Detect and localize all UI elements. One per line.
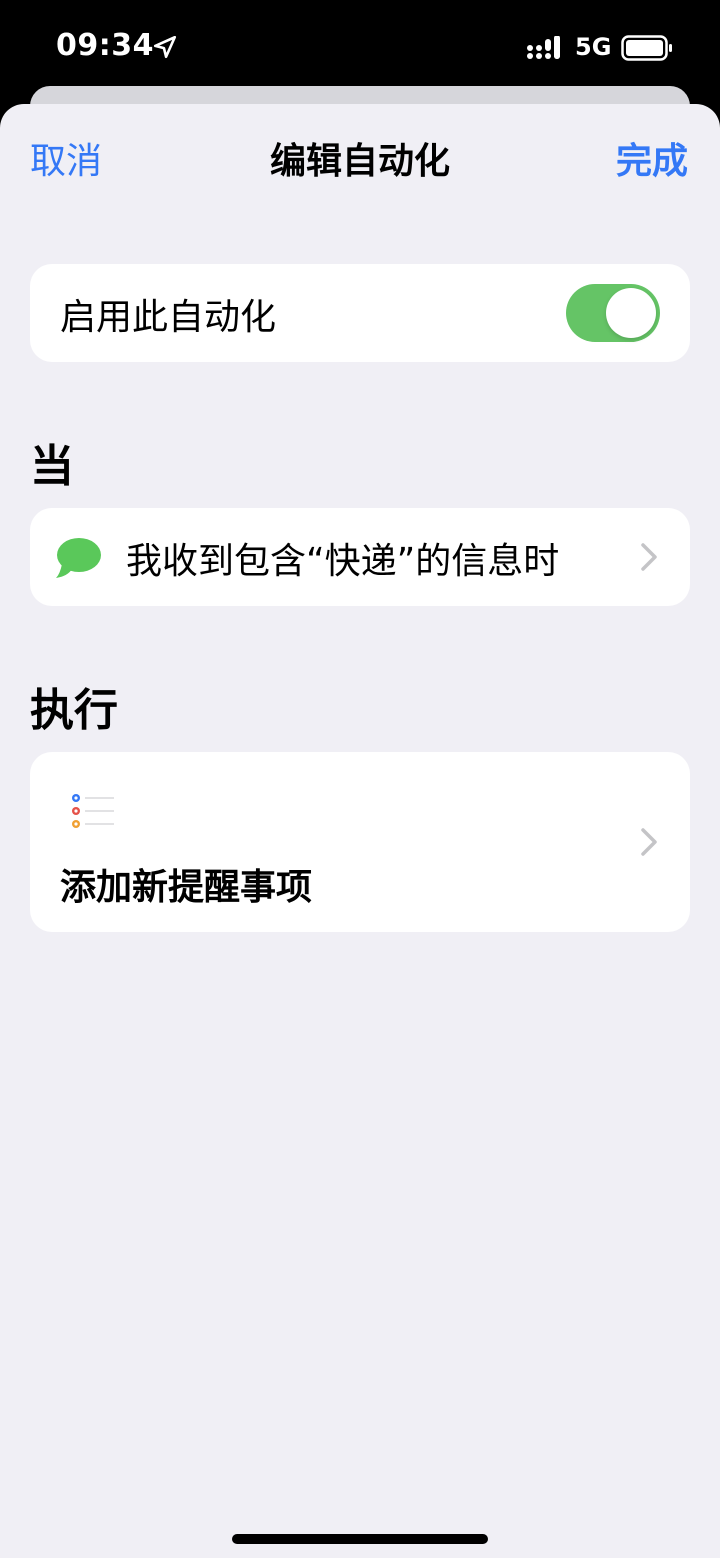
page-title: 编辑自动化 xyxy=(269,141,450,182)
location-arrow-icon xyxy=(153,35,177,59)
trigger-row[interactable]: 我收到包含“快递”的信息时 xyxy=(30,508,690,606)
home-indicator[interactable] xyxy=(232,1534,488,1544)
trigger-text: 我收到包含“快递”的信息时 xyxy=(126,541,560,582)
action-text: 添加新提醒事项 xyxy=(60,867,313,908)
enable-automation-switch[interactable] xyxy=(566,284,660,342)
done-button[interactable]: 完成 xyxy=(616,132,688,184)
action-row[interactable]: 添加新提醒事项 xyxy=(30,752,690,932)
battery-icon xyxy=(621,35,672,61)
edit-automation-sheet: 取消 编辑自动化 完成 启用此自动化 当 我收到包含“快递”的信息时 执行 添加… xyxy=(0,104,720,1558)
chevron-right-icon xyxy=(641,543,657,571)
when-section-header: 当 xyxy=(30,441,74,492)
reminders-icon xyxy=(72,794,114,828)
message-bubble-icon xyxy=(56,538,101,578)
enable-automation-row: 启用此自动化 xyxy=(30,264,690,362)
do-section-header: 执行 xyxy=(30,685,118,736)
enable-automation-label: 启用此自动化 xyxy=(60,297,277,338)
status-bar: 09:34 5G xyxy=(0,0,720,90)
chevron-right-icon xyxy=(641,828,657,856)
switch-knob xyxy=(606,288,656,338)
signal-bars-icon xyxy=(527,36,560,59)
status-time: 09:34 xyxy=(56,28,154,63)
network-type: 5G xyxy=(575,33,612,61)
